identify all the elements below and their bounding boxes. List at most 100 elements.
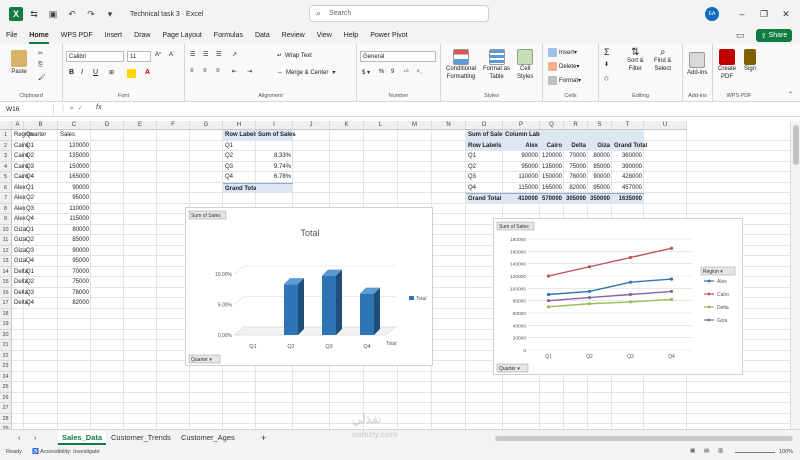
- cell[interactable]: Alex: [12, 214, 26, 225]
- menu-home[interactable]: Home: [23, 28, 54, 44]
- scroll-thumb[interactable]: [793, 125, 799, 165]
- cell[interactable]: Sum of Sales: [256, 182, 293, 193]
- cell[interactable]: 95000: [588, 183, 612, 194]
- align-right-icon[interactable]: ≡: [216, 68, 220, 74]
- row-header-11[interactable]: 11: [0, 235, 12, 246]
- cell[interactable]: 80000: [588, 151, 612, 162]
- row-header-19[interactable]: 19: [0, 319, 12, 330]
- cell[interactable]: 570000: [540, 193, 564, 204]
- cell[interactable]: Row Labels: [466, 140, 503, 151]
- cell[interactable]: Sales: [58, 130, 91, 141]
- cell[interactable]: 95000: [58, 256, 91, 267]
- underline-button[interactable]: U: [93, 69, 98, 76]
- column-header-I[interactable]: I: [256, 121, 293, 130]
- column-header-P[interactable]: P: [503, 121, 540, 130]
- cell[interactable]: Q4: [24, 298, 58, 309]
- worksheet-grid[interactable]: A B C D E F G H I J K L M N O P Q R S T U 1 2 3 4 5 6 7 8 9 10 11 12 13 14…: [0, 121, 790, 429]
- search-box[interactable]: ⌕ Search: [309, 5, 489, 22]
- grow-font-button[interactable]: A ^: [155, 52, 161, 58]
- format-as-table-button[interactable]: Format as Table: [483, 49, 510, 81]
- cell[interactable]: Delta: [12, 288, 28, 299]
- point-cairo[interactable]: [587, 265, 592, 269]
- row-header-4[interactable]: 4: [0, 161, 12, 172]
- cell[interactable]: Delta: [12, 277, 28, 288]
- add-sheet-button[interactable]: +: [257, 431, 270, 445]
- column-header-C[interactable]: C: [58, 121, 91, 130]
- cell[interactable]: 115000: [503, 183, 540, 194]
- cell[interactable]: Q4: [24, 256, 58, 267]
- menu-help[interactable]: Help: [338, 28, 364, 44]
- cell[interactable]: 135000: [58, 151, 91, 162]
- align-middle-icon[interactable]: ☰: [203, 51, 208, 58]
- comment-icon[interactable]: ▭: [736, 30, 745, 41]
- point-alex[interactable]: [587, 289, 592, 294]
- cell[interactable]: 9.74%: [256, 162, 293, 173]
- cell[interactable]: Cairo: [12, 141, 28, 152]
- cell[interactable]: Q3: [24, 246, 58, 257]
- column-header-A[interactable]: A: [12, 121, 24, 130]
- menu-power-pivot[interactable]: Power Pivot: [364, 28, 413, 44]
- row-header-18[interactable]: 18: [0, 308, 12, 319]
- row-header-13[interactable]: 13: [0, 256, 12, 267]
- font-color-button[interactable]: A: [145, 69, 150, 76]
- column-header-Q[interactable]: Q: [540, 121, 564, 130]
- cell[interactable]: Sum of Sales: [466, 130, 506, 141]
- cell[interactable]: Q4: [24, 214, 58, 225]
- wrap-text-button[interactable]: ↵ Wrap Text: [277, 52, 312, 60]
- cell[interactable]: Q1: [24, 141, 58, 152]
- menu-wps-pdf[interactable]: WPS PDF: [55, 28, 99, 44]
- font-size-select[interactable]: 11: [127, 51, 151, 62]
- column-header-G[interactable]: G: [190, 121, 223, 130]
- cell[interactable]: Q4: [466, 183, 503, 194]
- cell[interactable]: Delta: [564, 140, 588, 151]
- cell[interactable]: Giza: [588, 140, 612, 151]
- cell[interactable]: Sum of Sales: [612, 130, 644, 141]
- cell[interactable]: Cairo: [540, 140, 564, 151]
- customize-icon[interactable]: ▾: [102, 6, 118, 22]
- function-icon[interactable]: fx: [96, 104, 101, 111]
- cell[interactable]: 165000: [540, 183, 564, 194]
- prev-sheet-icon[interactable]: ‹: [14, 431, 25, 445]
- cell[interactable]: Q2: [466, 162, 503, 173]
- cell[interactable]: 70000: [58, 267, 91, 278]
- cell[interactable]: [256, 141, 293, 152]
- select-all-corner[interactable]: [0, 121, 12, 130]
- bar-Q3[interactable]: [322, 275, 336, 335]
- cell[interactable]: Q4: [223, 172, 256, 183]
- collapse-ribbon-icon[interactable]: ⌃: [788, 91, 793, 98]
- sort-filter-button[interactable]: ⇅ Sort & Filter: [627, 48, 644, 73]
- cell[interactable]: Giza: [12, 256, 26, 267]
- row-header-7[interactable]: 7: [0, 193, 12, 204]
- cell[interactable]: 85000: [58, 235, 91, 246]
- borders-icon[interactable]: ⊞: [109, 69, 114, 76]
- currency-icon[interactable]: $ ▾: [362, 69, 370, 76]
- cell[interactable]: 410000: [503, 193, 540, 204]
- column-header-R[interactable]: R: [564, 121, 588, 130]
- row-header-8[interactable]: 8: [0, 203, 12, 214]
- cell[interactable]: Cairo: [12, 162, 28, 173]
- column-header-F[interactable]: F: [157, 121, 190, 130]
- row-header-20[interactable]: 20: [0, 329, 12, 340]
- point-delta[interactable]: [628, 300, 633, 304]
- bar-Q2[interactable]: [284, 284, 298, 335]
- cell[interactable]: 90000: [588, 172, 612, 183]
- shrink-font-button[interactable]: Aˇ: [169, 52, 175, 58]
- format-cells-button[interactable]: Format ▾: [548, 76, 581, 85]
- menu-insert[interactable]: Insert: [99, 28, 129, 44]
- cell[interactable]: Grand Total: [466, 193, 503, 204]
- point-giza[interactable]: [546, 299, 551, 303]
- cell[interactable]: 6.78%: [256, 172, 293, 183]
- cell[interactable]: 150000: [540, 172, 564, 183]
- cell[interactable]: Alex: [12, 204, 26, 215]
- point-giza[interactable]: [628, 292, 633, 297]
- row-header-2[interactable]: 2: [0, 140, 12, 151]
- format-painter-button[interactable]: 🖌: [38, 74, 46, 81]
- cell[interactable]: Sum of Sales: [256, 130, 296, 141]
- font-name-select[interactable]: Calibri: [66, 51, 124, 62]
- cell[interactable]: Sum of Sales: [564, 130, 588, 141]
- cell-styles-button[interactable]: Cell Styles: [517, 49, 533, 81]
- align-left-icon[interactable]: ≡: [190, 68, 194, 74]
- cell[interactable]: 90000: [58, 246, 91, 257]
- row-header-9[interactable]: 9: [0, 214, 12, 225]
- menu-review[interactable]: Review: [276, 28, 311, 44]
